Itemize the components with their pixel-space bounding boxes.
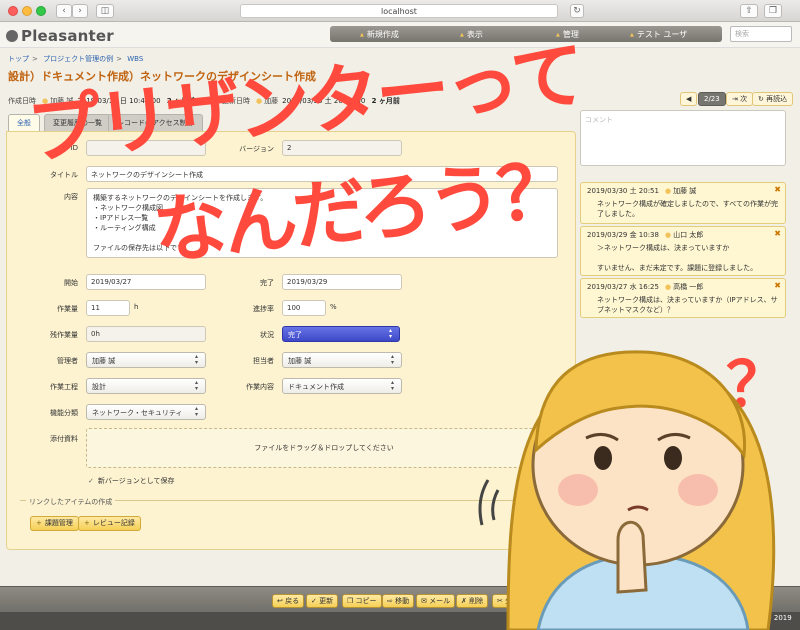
- progress-unit: %: [330, 303, 337, 311]
- end-label: 完了: [260, 279, 274, 287]
- work-input[interactable]: 11: [86, 300, 130, 316]
- attachment-label: 添付資料: [50, 435, 78, 443]
- update-button[interactable]: ✓ 更新: [306, 594, 339, 608]
- content-label: 作業内容: [246, 383, 274, 391]
- delete-comment-icon[interactable]: ✖: [774, 281, 781, 290]
- description-label: 内容: [64, 193, 78, 201]
- comment-item: 2019/03/29 金 10:38山口 太郎 ✖ ＞ネットワーク構成は、決まっ…: [580, 226, 786, 276]
- category-select[interactable]: ネットワーク・セキュリティ: [86, 404, 206, 420]
- owner-label: 担当者: [253, 357, 274, 365]
- process-select[interactable]: 設計: [86, 378, 206, 394]
- sidebar-toggle-icon[interactable]: ◫: [96, 4, 114, 18]
- work-unit: h: [134, 303, 139, 311]
- status-select[interactable]: 完了: [282, 326, 400, 342]
- back-arrow-icon[interactable]: ‹: [56, 4, 72, 18]
- app-header: Pleasanter 新規作成 表示 管理 テスト ユーザ 検索: [0, 22, 800, 48]
- thinking-girl-illustration: [478, 350, 776, 630]
- remaining-field: 0h: [86, 326, 206, 342]
- content-select[interactable]: ドキュメント作成: [282, 378, 402, 394]
- progress-label: 進捗率: [253, 305, 274, 313]
- remaining-label: 残作業量: [50, 331, 78, 339]
- address-bar[interactable]: localhost: [240, 4, 558, 18]
- tabs-icon[interactable]: ❐: [764, 4, 782, 18]
- zoom-window-icon[interactable]: [36, 6, 46, 16]
- create-review-button[interactable]: レビュー記録: [78, 516, 141, 531]
- start-label: 開始: [64, 279, 78, 287]
- record-counter: 2/23: [698, 92, 726, 106]
- delete-comment-icon[interactable]: ✖: [774, 185, 781, 194]
- copy-button[interactable]: ❐ コピー: [342, 594, 382, 608]
- breadcrumb: トップ > プロジェクト管理の例 > WBS: [8, 55, 144, 63]
- minimize-window-icon[interactable]: [22, 6, 32, 16]
- process-label: 作業工程: [50, 383, 78, 391]
- progress-input[interactable]: 100: [282, 300, 326, 316]
- next-button[interactable]: ⇥ 次: [726, 92, 754, 106]
- move-button[interactable]: ⇨ 移動: [382, 594, 415, 608]
- nav-view[interactable]: 表示: [460, 29, 483, 40]
- back-button[interactable]: ↩ 戻る: [272, 594, 305, 608]
- start-date-input[interactable]: 2019/03/27: [86, 274, 206, 290]
- app-logo[interactable]: Pleasanter: [6, 27, 114, 45]
- end-date-input[interactable]: 2019/03/29: [282, 274, 402, 290]
- comment-input[interactable]: コメント: [580, 110, 786, 166]
- status-label: 状況: [260, 331, 274, 339]
- browser-chrome: ‹ › ◫ localhost ↻ ⇧ ❐: [0, 0, 800, 22]
- previous-button[interactable]: ◀: [680, 92, 698, 106]
- forward-arrow-icon[interactable]: ›: [72, 4, 88, 18]
- linked-items-title: リンクしたアイテムの作成: [26, 497, 116, 507]
- comment-item: 2019/03/27 水 16:25高橋 一郎 ✖ ネットワーク構成は、決まって…: [580, 278, 786, 318]
- nav-new[interactable]: 新規作成: [360, 29, 399, 40]
- mail-button[interactable]: ✉ メール: [416, 594, 456, 608]
- reload-button[interactable]: ↻ 再読込: [752, 92, 794, 106]
- new-version-checkbox[interactable]: 新バージョンとして保存: [88, 476, 175, 486]
- breadcrumb-wbs[interactable]: WBS: [127, 55, 143, 63]
- logo-icon: [6, 30, 18, 42]
- delete-comment-icon[interactable]: ✖: [774, 229, 781, 238]
- work-label: 作業量: [57, 305, 78, 313]
- breadcrumb-top[interactable]: トップ: [8, 55, 29, 63]
- nav-user[interactable]: テスト ユーザ: [630, 29, 687, 40]
- manager-label: 管理者: [57, 357, 78, 365]
- breadcrumb-project[interactable]: プロジェクト管理の例: [43, 55, 113, 63]
- manager-select[interactable]: 加藤 誠: [86, 352, 206, 368]
- reload-icon[interactable]: ↻: [570, 4, 584, 18]
- category-label: 機能分類: [50, 409, 78, 417]
- share-icon[interactable]: ⇧: [740, 4, 758, 18]
- close-window-icon[interactable]: [8, 6, 18, 16]
- comment-item: 2019/03/30 土 20:51加藤 誠 ✖ ネットワーク構成が確定しました…: [580, 182, 786, 224]
- owner-select[interactable]: 加藤 誠: [282, 352, 402, 368]
- create-issue-button[interactable]: 課題管理: [30, 516, 79, 531]
- search-input[interactable]: 検索: [730, 26, 792, 42]
